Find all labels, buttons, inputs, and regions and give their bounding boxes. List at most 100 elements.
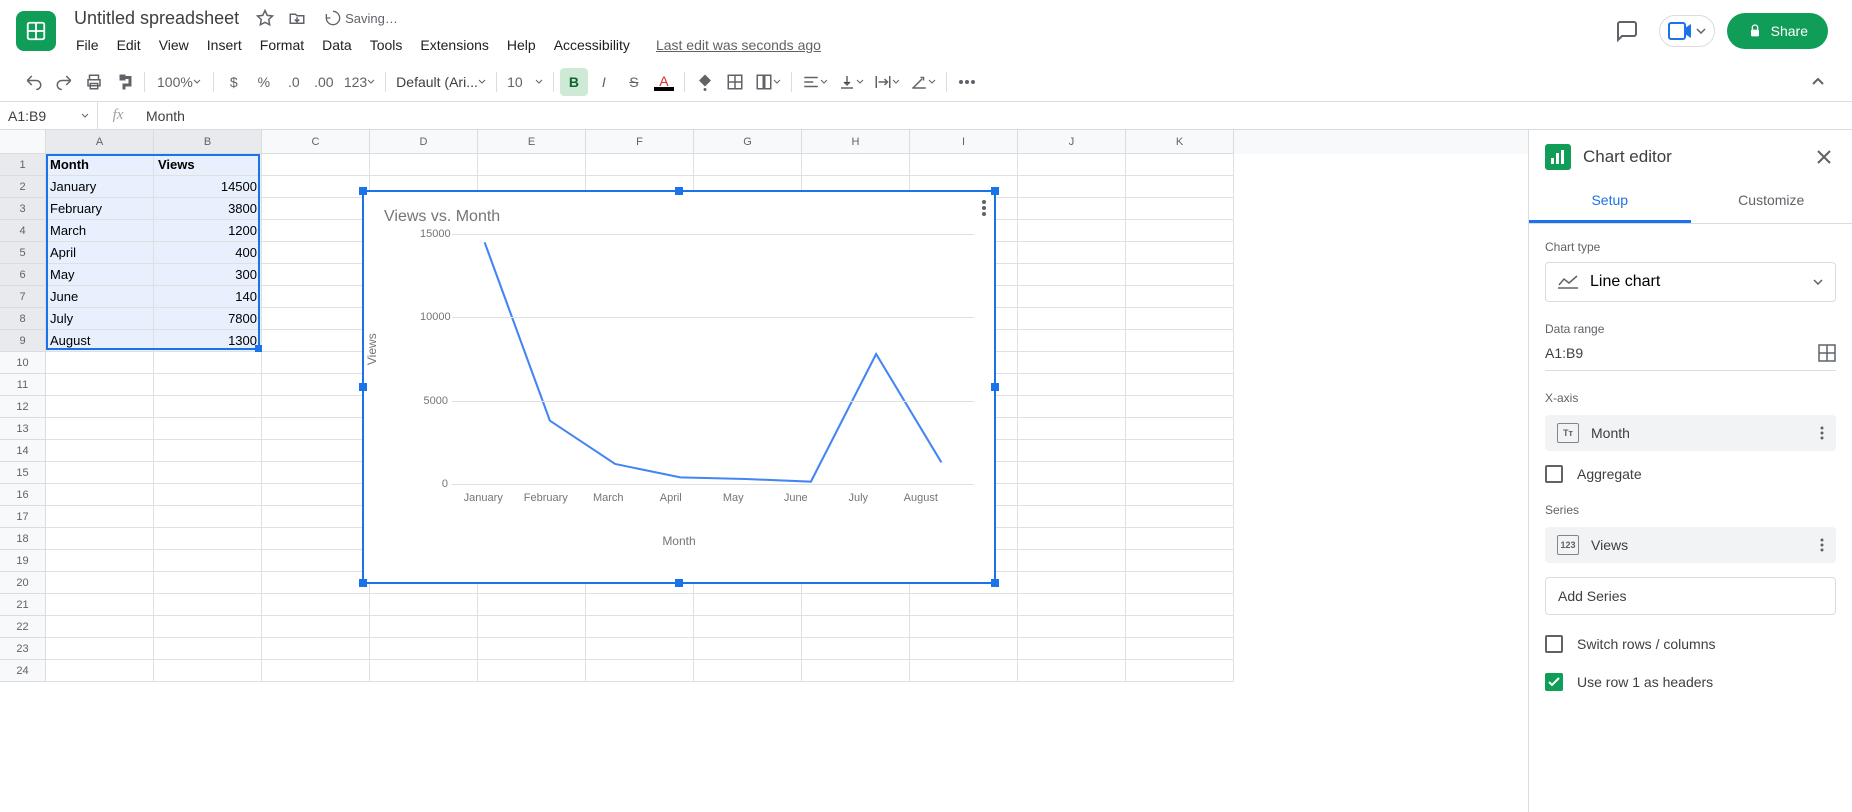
sheets-app-icon[interactable] bbox=[16, 11, 56, 51]
decrease-decimal-button[interactable]: .0 bbox=[280, 68, 308, 96]
percent-button[interactable]: % bbox=[250, 68, 278, 96]
cell-I22[interactable] bbox=[910, 616, 1018, 638]
merge-button[interactable] bbox=[751, 68, 785, 96]
cell-K6[interactable] bbox=[1126, 264, 1234, 286]
currency-button[interactable]: $ bbox=[220, 68, 248, 96]
cell-H23[interactable] bbox=[802, 638, 910, 660]
cell-K22[interactable] bbox=[1126, 616, 1234, 638]
sheet-area[interactable]: ABCDEFGHIJK 1234567891011121314151617181… bbox=[0, 130, 1528, 812]
cell-C19[interactable] bbox=[262, 550, 370, 572]
cell-G21[interactable] bbox=[694, 594, 802, 616]
cell-B1[interactable]: Views bbox=[154, 154, 262, 176]
cell-A22[interactable] bbox=[46, 616, 154, 638]
row-header-18[interactable]: 18 bbox=[0, 528, 46, 550]
cell-A24[interactable] bbox=[46, 660, 154, 682]
row-header-12[interactable]: 12 bbox=[0, 396, 46, 418]
row-header-11[interactable]: 11 bbox=[0, 374, 46, 396]
cell-J21[interactable] bbox=[1018, 594, 1126, 616]
row-header-3[interactable]: 3 bbox=[0, 198, 46, 220]
cell-B7[interactable]: 140 bbox=[154, 286, 262, 308]
col-header-G[interactable]: G bbox=[694, 130, 802, 154]
cell-J14[interactable] bbox=[1018, 440, 1126, 462]
cell-A21[interactable] bbox=[46, 594, 154, 616]
cell-E21[interactable] bbox=[478, 594, 586, 616]
cell-C16[interactable] bbox=[262, 484, 370, 506]
cell-J8[interactable] bbox=[1018, 308, 1126, 330]
cell-E1[interactable] bbox=[478, 154, 586, 176]
comments-button[interactable] bbox=[1607, 11, 1647, 51]
cell-A18[interactable] bbox=[46, 528, 154, 550]
name-box[interactable]: A1:B9 bbox=[0, 102, 98, 129]
cell-K13[interactable] bbox=[1126, 418, 1234, 440]
row-header-7[interactable]: 7 bbox=[0, 286, 46, 308]
cell-J17[interactable] bbox=[1018, 506, 1126, 528]
cell-C14[interactable] bbox=[262, 440, 370, 462]
cell-K19[interactable] bbox=[1126, 550, 1234, 572]
col-header-H[interactable]: H bbox=[802, 130, 910, 154]
cell-J3[interactable] bbox=[1018, 198, 1126, 220]
cell-F21[interactable] bbox=[586, 594, 694, 616]
row-header-20[interactable]: 20 bbox=[0, 572, 46, 594]
cell-K15[interactable] bbox=[1126, 462, 1234, 484]
series-menu-icon[interactable] bbox=[1820, 538, 1824, 552]
row-header-5[interactable]: 5 bbox=[0, 242, 46, 264]
xaxis-chip[interactable]: Tт Month bbox=[1545, 415, 1836, 451]
cell-C8[interactable] bbox=[262, 308, 370, 330]
cell-K4[interactable] bbox=[1126, 220, 1234, 242]
cell-B14[interactable] bbox=[154, 440, 262, 462]
last-edit-link[interactable]: Last edit was seconds ago bbox=[648, 33, 829, 57]
document-title[interactable]: Untitled spreadsheet bbox=[68, 6, 245, 31]
cell-D1[interactable] bbox=[370, 154, 478, 176]
cell-B21[interactable] bbox=[154, 594, 262, 616]
wrap-button[interactable] bbox=[870, 68, 904, 96]
close-sidebar-button[interactable] bbox=[1812, 145, 1836, 169]
italic-button[interactable]: I bbox=[590, 68, 618, 96]
text-color-button[interactable]: A bbox=[650, 68, 678, 96]
cell-F24[interactable] bbox=[586, 660, 694, 682]
cell-K11[interactable] bbox=[1126, 374, 1234, 396]
cell-K7[interactable] bbox=[1126, 286, 1234, 308]
valign-button[interactable] bbox=[834, 68, 868, 96]
cell-J6[interactable] bbox=[1018, 264, 1126, 286]
cell-J13[interactable] bbox=[1018, 418, 1126, 440]
cell-A16[interactable] bbox=[46, 484, 154, 506]
cell-G24[interactable] bbox=[694, 660, 802, 682]
tab-setup[interactable]: Setup bbox=[1529, 180, 1691, 223]
meet-button[interactable] bbox=[1659, 15, 1715, 47]
fill-color-button[interactable] bbox=[691, 68, 719, 96]
cell-A3[interactable]: February bbox=[46, 198, 154, 220]
cell-K1[interactable] bbox=[1126, 154, 1234, 176]
cell-B10[interactable] bbox=[154, 352, 262, 374]
formula-input[interactable]: Month bbox=[138, 108, 1852, 124]
cell-B23[interactable] bbox=[154, 638, 262, 660]
cell-K18[interactable] bbox=[1126, 528, 1234, 550]
cell-C6[interactable] bbox=[262, 264, 370, 286]
cell-B12[interactable] bbox=[154, 396, 262, 418]
cell-B16[interactable] bbox=[154, 484, 262, 506]
borders-button[interactable] bbox=[721, 68, 749, 96]
cell-J12[interactable] bbox=[1018, 396, 1126, 418]
cell-B11[interactable] bbox=[154, 374, 262, 396]
cell-H22[interactable] bbox=[802, 616, 910, 638]
cell-J11[interactable] bbox=[1018, 374, 1126, 396]
row-header-1[interactable]: 1 bbox=[0, 154, 46, 176]
cell-I23[interactable] bbox=[910, 638, 1018, 660]
strikethrough-button[interactable]: S bbox=[620, 68, 648, 96]
use-headers-checkbox[interactable]: Use row 1 as headers bbox=[1545, 673, 1836, 691]
col-header-J[interactable]: J bbox=[1018, 130, 1126, 154]
menu-extensions[interactable]: Extensions bbox=[412, 33, 496, 57]
cell-D24[interactable] bbox=[370, 660, 478, 682]
col-header-D[interactable]: D bbox=[370, 130, 478, 154]
undo-button[interactable] bbox=[20, 68, 48, 96]
redo-button[interactable] bbox=[50, 68, 78, 96]
cell-G1[interactable] bbox=[694, 154, 802, 176]
cell-K8[interactable] bbox=[1126, 308, 1234, 330]
row-header-14[interactable]: 14 bbox=[0, 440, 46, 462]
cell-A14[interactable] bbox=[46, 440, 154, 462]
cell-B13[interactable] bbox=[154, 418, 262, 440]
row-header-16[interactable]: 16 bbox=[0, 484, 46, 506]
cell-C17[interactable] bbox=[262, 506, 370, 528]
star-icon[interactable] bbox=[253, 6, 277, 30]
cell-D22[interactable] bbox=[370, 616, 478, 638]
cell-B17[interactable] bbox=[154, 506, 262, 528]
